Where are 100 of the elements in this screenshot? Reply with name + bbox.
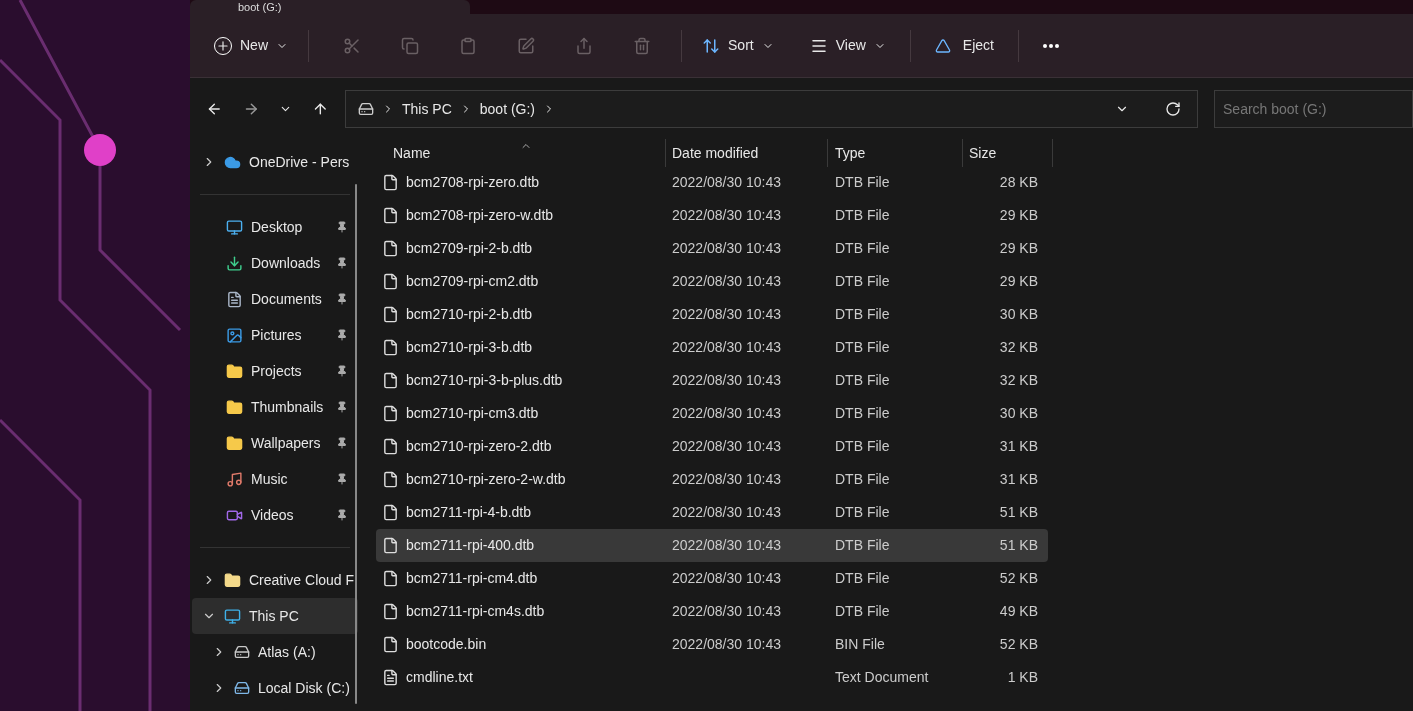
file-row[interactable]: bcm2711-rpi-cm4.dtb 2022/08/30 10:43 DTB File 52 KB — [376, 562, 1048, 595]
file-icon — [382, 306, 399, 323]
nav-label: Atlas (A:) — [258, 642, 316, 662]
eject-button[interactable]: Eject — [922, 27, 1006, 64]
date-cell: 2022/08/30 10:43 — [672, 207, 781, 223]
refresh-icon[interactable] — [1165, 101, 1181, 117]
type-cell: DTB File — [835, 438, 890, 454]
file-name: bcm2708-rpi-zero.dtb — [406, 173, 540, 192]
file-name: bcm2708-rpi-zero-w.dtb — [406, 206, 554, 225]
file-icon — [382, 537, 399, 554]
size-cell: 31 KB — [999, 438, 1038, 454]
nav-item[interactable]: Local Disk (C:) — [192, 670, 358, 706]
type-cell: DTB File — [835, 471, 890, 487]
breadcrumb[interactable]: boot (G:) — [479, 98, 536, 120]
date-cell: 2022/08/30 10:43 — [672, 240, 781, 256]
file-row[interactable]: bcm2710-rpi-cm3.dtb 2022/08/30 10:43 DTB File 30 KB — [376, 397, 1048, 430]
size-cell: 49 KB — [999, 603, 1038, 619]
column-header[interactable]: Name — [393, 142, 431, 164]
type-cell: BIN File — [835, 636, 885, 652]
desktop-icon — [226, 218, 243, 236]
file-icon — [382, 603, 399, 620]
file-row[interactable]: bcm2709-rpi-2-b.dtb 2022/08/30 10:43 DTB File 29 KB — [376, 232, 1048, 265]
address-bar[interactable]: This PC boot (G:) — [345, 90, 1198, 128]
date-cell: 2022/08/30 10:43 — [672, 471, 781, 487]
file-name: bcm2710-rpi-2-b.dtb — [406, 305, 533, 324]
file-row[interactable]: bcm2711-rpi-4-b.dtb 2022/08/30 10:43 DTB File 51 KB — [376, 496, 1048, 529]
file-name: bcm2710-rpi-3-b-plus.dtb — [406, 371, 563, 390]
nav-item[interactable]: Desktop — [190, 209, 360, 245]
file-name: bcm2710-rpi-zero-2-w.dtb — [406, 470, 566, 489]
nav-item[interactable]: Creative Cloud F — [192, 562, 358, 598]
nav-item[interactable]: Pictures — [190, 317, 360, 353]
drive-icon — [358, 101, 374, 117]
nav-item[interactable]: Music — [190, 461, 360, 497]
nav-item[interactable]: Videos — [190, 497, 360, 533]
size-cell: 52 KB — [999, 636, 1038, 652]
folder-icon — [226, 398, 243, 416]
nav-item[interactable]: This PC — [192, 598, 358, 634]
size-cell: 51 KB — [999, 504, 1038, 520]
type-cell: DTB File — [835, 339, 890, 355]
file-row[interactable]: bcm2708-rpi-zero-w.dtb 2022/08/30 10:43 DTB File 29 KB — [376, 199, 1048, 232]
file-row[interactable]: bcm2710-rpi-zero-2-w.dtb 2022/08/30 10:43 DTB File 31 KB — [376, 463, 1048, 496]
search-field[interactable]: Search boot (G:) — [1214, 90, 1413, 128]
file-icon — [382, 471, 399, 488]
picture-icon — [226, 326, 243, 344]
window-tab[interactable]: boot (G:) — [190, 0, 470, 14]
nav-label: Downloads — [251, 253, 322, 273]
nav-label: Creative Cloud F — [249, 570, 355, 590]
size-cell: 29 KB — [999, 207, 1038, 223]
nav-item[interactable]: Atlas (A:) — [192, 634, 358, 670]
date-cell: 2022/08/30 10:43 — [672, 405, 781, 421]
size-cell: 30 KB — [999, 306, 1038, 322]
music-icon — [226, 470, 243, 488]
drive-icon — [234, 644, 250, 660]
file-name: bcm2711-rpi-cm4.dtb — [406, 569, 538, 588]
nav-item[interactable]: Thumbnails — [190, 389, 360, 425]
nav-label: This PC — [249, 606, 299, 626]
eject-icon — [934, 37, 951, 54]
file-row[interactable]: bcm2708-rpi-zero.dtb 2022/08/30 10:43 DTB File 28 KB — [376, 166, 1048, 199]
nav-item[interactable]: Downloads — [190, 245, 360, 281]
file-row[interactable]: bcm2711-rpi-cm4s.dtb 2022/08/30 10:43 DTB File 49 KB — [376, 595, 1048, 628]
file-row[interactable]: bcm2710-rpi-zero-2.dtb 2022/08/30 10:43 DTB File 31 KB — [376, 430, 1048, 463]
nav-item[interactable]: Documents — [190, 281, 360, 317]
breadcrumb[interactable]: This PC — [402, 98, 452, 120]
nav-label: Wallpapers — [251, 433, 322, 453]
file-row[interactable]: bootcode.bin 2022/08/30 10:43 BIN File 52 KB — [376, 628, 1048, 661]
file-icon — [382, 174, 399, 191]
file-row[interactable]: bcm2711-rpi-400.dtb 2022/08/30 10:43 DTB File 51 KB — [376, 529, 1048, 562]
column-header[interactable]: Date modified — [672, 142, 759, 164]
sort-button[interactable]: Sort — [694, 27, 782, 64]
file-icon — [382, 570, 399, 587]
file-icon — [382, 438, 399, 455]
nav-item[interactable]: Projects — [190, 353, 360, 389]
scrollbar[interactable] — [355, 184, 357, 704]
date-cell: 2022/08/30 10:43 — [672, 438, 781, 454]
column-header[interactable]: Size — [969, 142, 997, 164]
type-cell: DTB File — [835, 273, 890, 289]
file-row[interactable]: bcm2710-rpi-3-b-plus.dtb 2022/08/30 10:43 DTB File 32 KB — [376, 364, 1048, 397]
folder-icon — [226, 434, 243, 452]
type-cell: DTB File — [835, 405, 890, 421]
nav-label: Desktop — [251, 217, 304, 237]
type-cell: DTB File — [835, 603, 890, 619]
column-header[interactable]: Type — [835, 142, 866, 164]
file-row[interactable]: bcm2710-rpi-3-b.dtb 2022/08/30 10:43 DTB File 32 KB — [376, 331, 1048, 364]
nav-item[interactable]: OneDrive - Pers — [192, 144, 358, 180]
sort-icon — [702, 36, 720, 55]
clipboard-icon — [459, 36, 477, 55]
nav-item[interactable]: Wallpapers — [190, 425, 360, 461]
size-cell: 30 KB — [999, 405, 1038, 421]
file-row[interactable]: bcm2709-rpi-cm2.dtb 2022/08/30 10:43 DTB File 29 KB — [376, 265, 1048, 298]
type-cell: DTB File — [835, 570, 890, 586]
file-icon — [382, 339, 399, 356]
nav-label: Pictures — [251, 325, 303, 345]
file-row[interactable]: bcm2710-rpi-2-b.dtb 2022/08/30 10:43 DTB File 30 KB — [376, 298, 1048, 331]
computer-icon — [224, 607, 241, 625]
date-cell: 2022/08/30 10:43 — [672, 636, 781, 652]
file-row[interactable]: cmdline.txt Text Document 1 KB — [376, 661, 1048, 694]
view-button[interactable]: View — [797, 27, 898, 64]
file-name: bcm2711-rpi-400.dtb — [406, 536, 535, 555]
new-button[interactable]: New — [210, 27, 292, 64]
back-icon[interactable] — [206, 100, 223, 118]
